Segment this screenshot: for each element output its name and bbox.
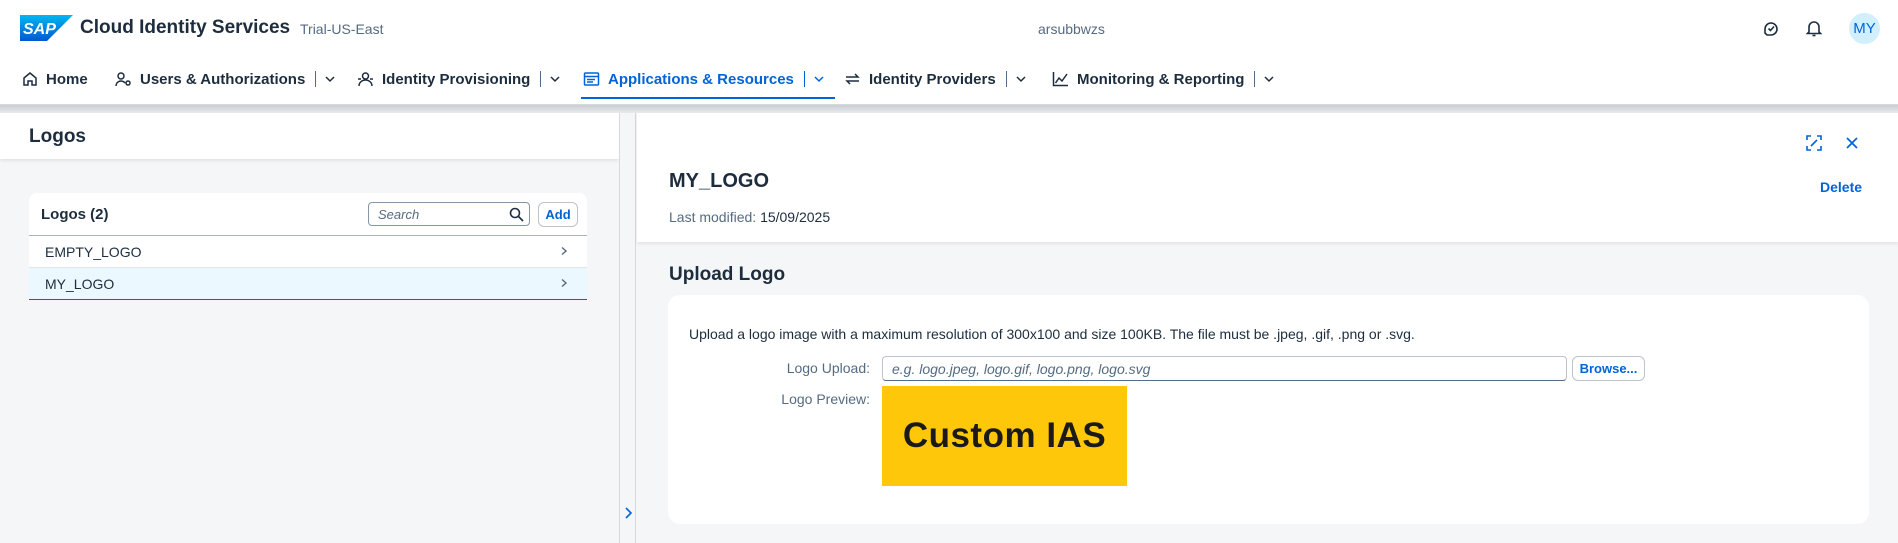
column-splitter[interactable] xyxy=(619,113,636,543)
list-title: Logos (2) xyxy=(41,206,109,223)
list-item-label: MY_LOGO xyxy=(45,275,115,292)
nav-home[interactable]: Home xyxy=(22,57,88,101)
provisioning-icon xyxy=(358,72,373,87)
upload-logo-section: Upload a logo image with a maximum resol… xyxy=(668,295,1869,524)
sap-logo[interactable]: SAP xyxy=(20,15,73,41)
nav-identity-providers[interactable]: Identity Providers xyxy=(844,57,1035,101)
nav-users-authorizations[interactable]: Users & Authorizations xyxy=(115,57,344,101)
nav-monitoring-reporting[interactable]: Monitoring & Reporting xyxy=(1052,57,1283,101)
nav-home-label: Home xyxy=(46,70,88,88)
chevron-down-icon[interactable] xyxy=(1263,73,1275,85)
last-modified-value: 15/09/2025 xyxy=(760,209,831,225)
logo-detail-pane: MY_LOGO Last modified: 15/09/2025 Delete… xyxy=(637,113,1898,543)
nav-separator xyxy=(540,71,542,87)
chevron-right-icon xyxy=(561,246,568,256)
sync-icon xyxy=(845,73,860,85)
upload-help-text: Upload a logo image with a maximum resol… xyxy=(689,326,1415,342)
sap-logo-text: SAP xyxy=(23,21,56,38)
chevron-down-icon[interactable] xyxy=(1015,73,1027,85)
app-title[interactable]: Cloud Identity Services xyxy=(80,17,290,39)
chevron-down-icon[interactable] xyxy=(324,73,336,85)
shell-divider xyxy=(0,105,1898,113)
home-icon xyxy=(23,72,37,86)
logo-preview-image: Custom IAS xyxy=(882,386,1127,486)
notifications-icon xyxy=(1805,21,1823,37)
page-title: Logos xyxy=(29,126,86,147)
object-header: MY_LOGO Last modified: 15/09/2025 Delete xyxy=(637,113,1898,242)
close-button[interactable] xyxy=(1841,132,1863,154)
list-item[interactable]: MY_LOGO xyxy=(29,268,587,300)
list-item[interactable]: EMPTY_LOGO xyxy=(29,236,587,268)
fullscreen-button[interactable] xyxy=(1803,132,1825,154)
last-modified: Last modified: 15/09/2025 xyxy=(669,209,830,225)
search-field[interactable] xyxy=(368,202,530,226)
nav-monitoring-label: Monitoring & Reporting xyxy=(1077,70,1245,88)
logo-preview-label: Logo Preview: xyxy=(781,391,870,407)
search-input[interactable] xyxy=(369,203,499,225)
object-title: MY_LOGO xyxy=(669,170,770,192)
search-icon[interactable] xyxy=(509,207,524,222)
chevron-right-icon xyxy=(561,278,568,288)
logo-upload-input[interactable] xyxy=(883,357,1566,380)
nav-provisioning-label: Identity Provisioning xyxy=(382,70,531,88)
nav-separator xyxy=(315,71,317,87)
nav-users-label: Users & Authorizations xyxy=(140,70,306,88)
shell-top-row: SAP Cloud Identity Services Trial-US-Eas… xyxy=(0,0,1898,55)
logo-preview-text: Custom IAS xyxy=(902,416,1107,455)
support-button[interactable] xyxy=(1758,15,1784,41)
tenant-label: Trial-US-East xyxy=(300,21,384,37)
nav-separator xyxy=(803,71,805,87)
applications-icon xyxy=(583,72,600,86)
expand-column-icon[interactable] xyxy=(623,506,633,520)
shell-bar: SAP Cloud Identity Services Trial-US-Eas… xyxy=(0,0,1898,105)
delete-button[interactable]: Delete xyxy=(1820,179,1862,195)
list-page-header: Logos xyxy=(0,113,619,159)
logos-list: Logos (2) Add EMPTY_LOGO MY_LOGO xyxy=(29,193,587,300)
nav-providers-label: Identity Providers xyxy=(869,70,996,88)
last-modified-label: Last modified: xyxy=(669,209,757,225)
chevron-down-icon[interactable] xyxy=(549,73,561,85)
nav-applications-resources[interactable]: Applications & Resources xyxy=(581,57,835,101)
logo-upload-field[interactable] xyxy=(882,356,1567,381)
nav-separator xyxy=(1254,71,1256,87)
list-item-label: EMPTY_LOGO xyxy=(45,243,142,260)
browse-button[interactable]: Browse... xyxy=(1572,356,1645,381)
add-logo-button[interactable]: Add xyxy=(538,202,578,227)
line-chart-icon xyxy=(1052,72,1068,87)
close-icon xyxy=(1846,137,1858,149)
nav-identity-provisioning[interactable]: Identity Provisioning xyxy=(357,57,569,101)
user-settings-icon xyxy=(115,72,131,87)
logo-upload-label: Logo Upload: xyxy=(786,360,870,376)
logos-list-pane: Logos Logos (2) Add EMPTY_LOGO MY_LOGO xyxy=(0,113,619,543)
nav-separator xyxy=(1005,71,1007,87)
section-title: Upload Logo xyxy=(669,264,786,285)
notifications-button[interactable] xyxy=(1801,15,1827,41)
list-toolbar: Logos (2) Add xyxy=(29,193,587,236)
chevron-down-icon[interactable] xyxy=(813,73,825,85)
support-icon xyxy=(1764,22,1778,36)
subdomain-label: arsubbwzs xyxy=(1038,21,1105,37)
fullscreen-icon xyxy=(1806,135,1822,151)
nav-applications-label: Applications & Resources xyxy=(608,70,794,88)
user-avatar[interactable]: MY xyxy=(1849,13,1880,44)
top-navigation: Home Users & Authorizations Identity Pro… xyxy=(0,57,1898,101)
